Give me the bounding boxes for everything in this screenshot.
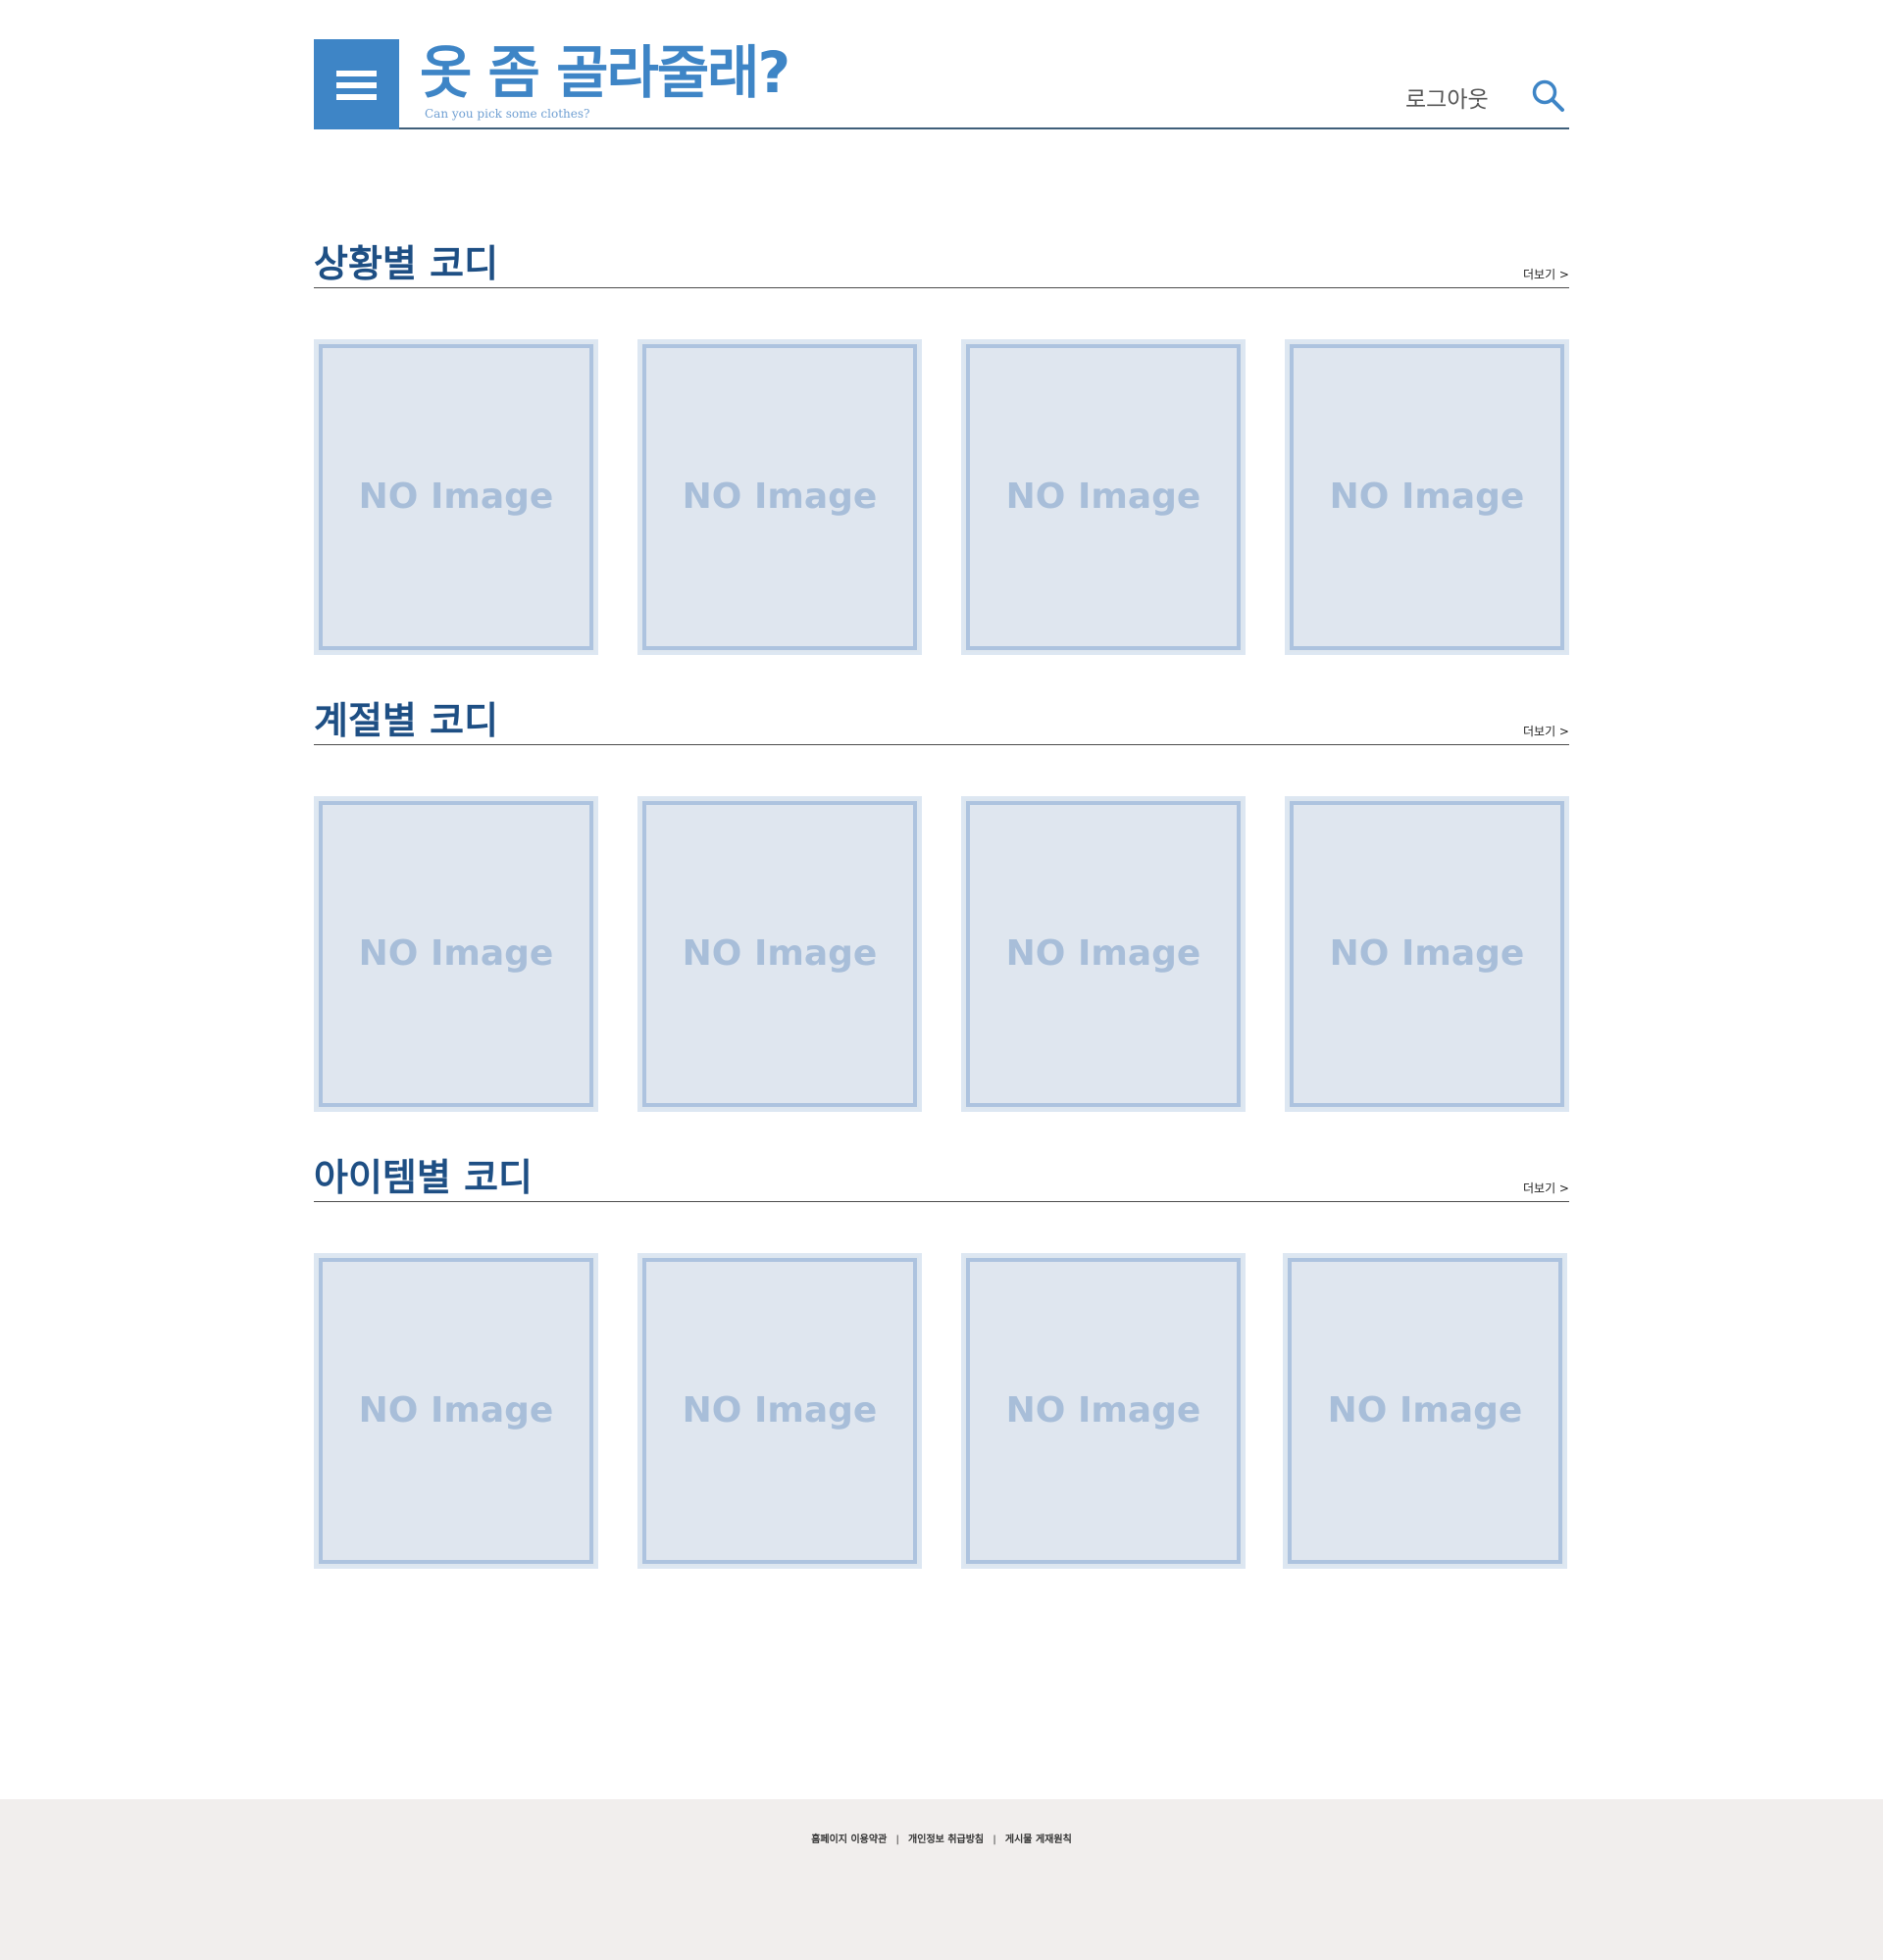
footer-link-posting-policy[interactable]: 게시물 게재원칙 <box>1005 1834 1072 1845</box>
card-row: NO Image NO Image NO Image NO Image <box>314 796 1569 1112</box>
image-card[interactable]: NO Image <box>961 339 1246 655</box>
search-button[interactable] <box>1531 78 1566 114</box>
image-card[interactable]: NO Image <box>314 339 598 655</box>
no-image-label: NO Image <box>1005 1390 1201 1431</box>
search-icon <box>1532 79 1564 112</box>
footer-link-privacy[interactable]: 개인정보 취급방침 <box>908 1834 984 1845</box>
section-season-coordi: 계절별 코디 더보기 > NO Image NO Image NO Image … <box>314 699 1569 1112</box>
site-header: 옷 좀 골라줄래? Can you pick some clothes? 로그아… <box>314 39 1569 129</box>
section-situation-coordi: 상황별 코디 더보기 > NO Image NO Image NO Image … <box>314 242 1569 655</box>
image-card[interactable]: NO Image <box>314 796 598 1112</box>
no-image-label: NO Image <box>682 933 878 974</box>
no-image-label: NO Image <box>358 477 554 517</box>
menu-button[interactable] <box>314 39 399 129</box>
no-image-label: NO Image <box>682 477 878 517</box>
no-image-label: NO Image <box>358 1390 554 1431</box>
section-header: 상황별 코디 더보기 > <box>314 242 1569 288</box>
no-image-label: NO Image <box>1329 933 1525 974</box>
no-image-label: NO Image <box>1329 477 1525 517</box>
footer-separator: | <box>895 1834 899 1845</box>
section-title: 계절별 코디 <box>314 699 499 742</box>
no-image-label: NO Image <box>1005 933 1201 974</box>
site-footer: 홈페이지 이용약관 | 개인정보 취급방침 | 게시물 게재원칙 <box>0 1799 1883 1960</box>
no-image-label: NO Image <box>682 1390 878 1431</box>
card-row: NO Image NO Image NO Image NO Image <box>314 1253 1569 1569</box>
image-card[interactable]: NO Image <box>637 339 922 655</box>
section-title: 아이템별 코디 <box>314 1156 533 1199</box>
footer-link-terms[interactable]: 홈페이지 이용약관 <box>811 1834 887 1845</box>
section-header: 계절별 코디 더보기 > <box>314 699 1569 745</box>
card-row: NO Image NO Image NO Image NO Image <box>314 339 1569 655</box>
image-card[interactable]: NO Image <box>961 796 1246 1112</box>
image-card[interactable]: NO Image <box>961 1253 1246 1569</box>
footer-links: 홈페이지 이용약관 | 개인정보 취급방침 | 게시물 게재원칙 <box>0 1831 1883 1845</box>
no-image-label: NO Image <box>358 933 554 974</box>
site-logo-subtitle: Can you pick some clothes? <box>425 107 590 121</box>
section-header: 아이템별 코디 더보기 > <box>314 1156 1569 1202</box>
image-card[interactable]: NO Image <box>637 796 922 1112</box>
more-link[interactable]: 더보기 > <box>1523 266 1569 282</box>
hamburger-menu-icon-bar <box>336 94 377 100</box>
logout-link[interactable]: 로그아웃 <box>1405 80 1489 114</box>
image-card[interactable]: NO Image <box>1285 339 1569 655</box>
site-logo-title[interactable]: 옷 좀 골라줄래? <box>420 37 790 108</box>
section-title: 상황별 코디 <box>314 242 499 285</box>
no-image-label: NO Image <box>1327 1390 1523 1431</box>
footer-separator: | <box>992 1834 996 1845</box>
hamburger-menu-icon <box>336 71 377 76</box>
image-card[interactable]: NO Image <box>1285 796 1569 1112</box>
image-card[interactable]: NO Image <box>314 1253 598 1569</box>
more-link[interactable]: 더보기 > <box>1523 723 1569 739</box>
image-card[interactable]: NO Image <box>637 1253 922 1569</box>
section-item-coordi: 아이템별 코디 더보기 > NO Image NO Image NO Image… <box>314 1156 1569 1569</box>
no-image-label: NO Image <box>1005 477 1201 517</box>
more-link[interactable]: 더보기 > <box>1523 1180 1569 1196</box>
image-card[interactable]: NO Image <box>1283 1253 1567 1569</box>
hamburger-menu-icon-bar <box>336 82 377 88</box>
page: 옷 좀 골라줄래? Can you pick some clothes? 로그아… <box>0 0 1883 1960</box>
